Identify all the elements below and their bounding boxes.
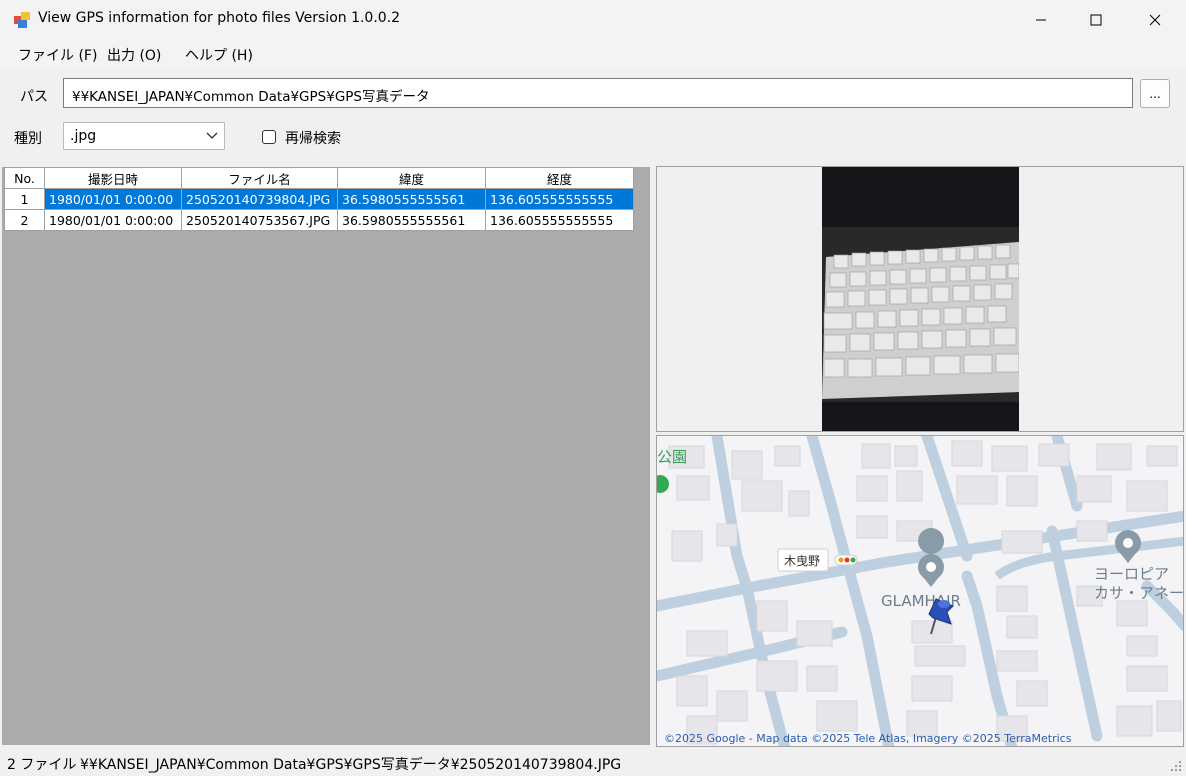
resize-grip-icon[interactable] <box>1170 760 1182 772</box>
table-row[interactable]: 2 1980/01/01 0:00:00 250520140753567.JPG… <box>4 209 634 231</box>
file-grid-panel[interactable]: No. 撮影日時 ファイル名 緯度 経度 1 1980/01/01 0:00:0… <box>2 167 650 745</box>
cell-latitude[interactable]: 36.5980555555561 <box>337 188 486 210</box>
table-row[interactable]: 1 1980/01/01 0:00:00 250520140739804.JPG… <box>4 188 634 210</box>
photo-preview-panel <box>656 166 1184 432</box>
file-grid[interactable]: No. 撮影日時 ファイル名 緯度 経度 1 1980/01/01 0:00:0… <box>4 167 634 231</box>
menu-file[interactable]: ファイル (F) <box>18 45 97 65</box>
column-header-no[interactable]: No. <box>4 167 45 189</box>
map-label-building-1: ヨーロピア <box>1094 565 1169 583</box>
type-select[interactable]: .jpg <box>63 122 225 150</box>
map-label-park: 公園 <box>657 448 687 466</box>
map-label-building-2: カサ・アネー <box>1094 584 1184 602</box>
station-dot-icon <box>838 557 844 563</box>
column-header-filename[interactable]: ファイル名 <box>181 167 338 189</box>
type-select-value: .jpg <box>70 128 97 144</box>
map-panel[interactable]: 公園 木曳野 GLAMHAIR ヨーロピア カサ・アネー ©2025 Googl… <box>656 435 1184 747</box>
map-label-station: 木曳野 <box>784 554 820 568</box>
cell-filename[interactable]: 250520140739804.JPG <box>181 188 338 210</box>
maximize-icon <box>1090 14 1102 26</box>
window-title: View GPS information for photo files Ver… <box>38 10 401 26</box>
recursive-label[interactable]: 再帰検索 <box>285 128 341 148</box>
column-header-latitude[interactable]: 緯度 <box>337 167 486 189</box>
minimize-button[interactable] <box>1012 0 1070 40</box>
path-label: パス <box>20 89 48 105</box>
app-icon <box>14 12 30 28</box>
chevron-down-icon <box>206 132 218 139</box>
title-bar[interactable]: View GPS information for photo files Ver… <box>0 0 1186 40</box>
map-view[interactable]: 公園 木曳野 GLAMHAIR ヨーロピア カサ・アネー ©2025 Googl… <box>657 436 1184 747</box>
cell-longitude[interactable]: 136.605555555555 <box>485 188 634 210</box>
photo-preview <box>822 167 1019 431</box>
maximize-button[interactable] <box>1067 0 1125 40</box>
menu-output[interactable]: 出力 (O) <box>107 45 161 65</box>
grid-header-row: No. 撮影日時 ファイル名 緯度 経度 <box>4 167 634 189</box>
station-dot-icon <box>850 557 856 563</box>
cell-filename[interactable]: 250520140753567.JPG <box>181 209 338 231</box>
close-button[interactable] <box>1126 0 1184 40</box>
status-current-path: ¥¥KANSEI_JAPAN¥Common Data¥GPS¥GPS写真データ¥… <box>80 757 622 773</box>
column-header-date[interactable]: 撮影日時 <box>44 167 182 189</box>
browse-button[interactable]: ... <box>1140 79 1170 108</box>
cell-longitude[interactable]: 136.605555555555 <box>485 209 634 231</box>
close-icon <box>1149 14 1161 26</box>
cell-no[interactable]: 1 <box>4 188 45 210</box>
station-dot-icon <box>844 557 850 563</box>
cell-date[interactable]: 1980/01/01 0:00:00 <box>44 188 182 210</box>
status-file-count: 2 ファイル <box>7 757 77 773</box>
type-label: 種別 <box>14 131 42 147</box>
recursive-checkbox[interactable] <box>262 130 276 144</box>
menu-help[interactable]: ヘルプ (H) <box>185 45 253 65</box>
menu-bar <box>0 40 1186 68</box>
path-input[interactable]: ¥¥KANSEI_JAPAN¥Common Data¥GPS¥GPS写真データ <box>63 78 1133 108</box>
cell-no[interactable]: 2 <box>4 209 45 231</box>
map-attribution[interactable]: ©2025 Google - Map data ©2025 Tele Atlas… <box>664 732 1072 745</box>
minimize-icon <box>1036 19 1046 21</box>
column-header-longitude[interactable]: 経度 <box>485 167 634 189</box>
cell-date[interactable]: 1980/01/01 0:00:00 <box>44 209 182 231</box>
cell-latitude[interactable]: 36.5980555555561 <box>337 209 486 231</box>
